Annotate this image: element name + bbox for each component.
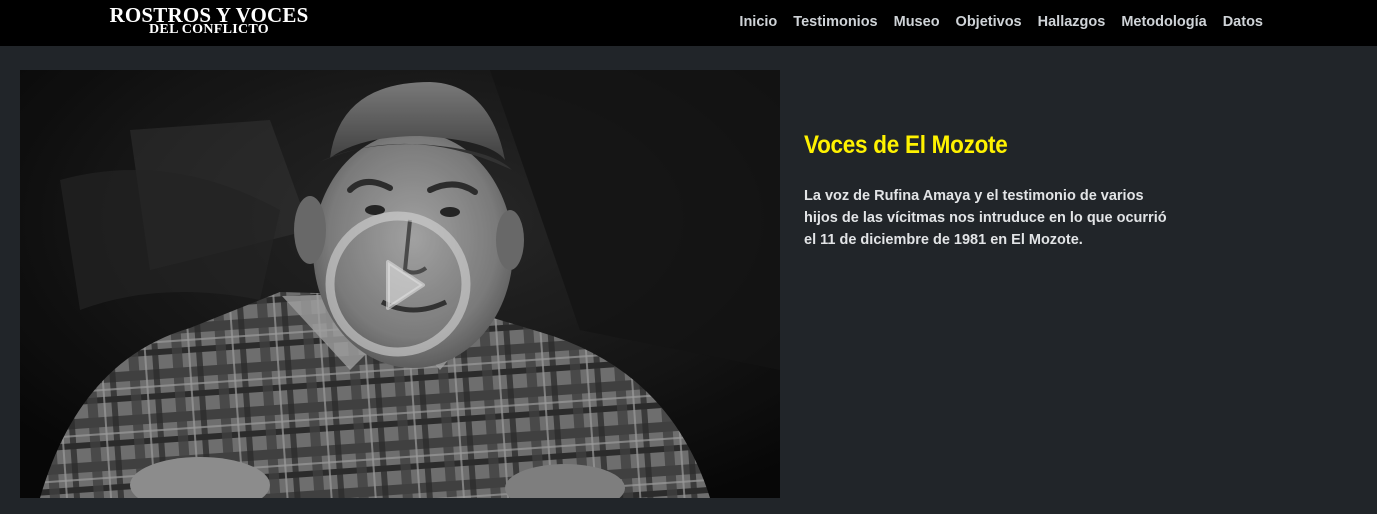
testimony-info: Voces de El Mozote La voz de Rufina Amay… <box>804 128 1184 251</box>
video-player[interactable] <box>20 70 780 498</box>
nav-item-inicio[interactable]: Inicio <box>731 14 785 30</box>
top-navbar: ROSTROS Y VOCES DEL CONFLICTO Inicio Tes… <box>0 0 1377 46</box>
nav-item-objetivos[interactable]: Objetivos <box>948 14 1030 30</box>
site-logo[interactable]: ROSTROS Y VOCES DEL CONFLICTO <box>104 5 314 41</box>
nav-item-testimonios[interactable]: Testimonios <box>785 14 885 30</box>
testimony-title: Voces de El Mozote <box>804 131 1008 159</box>
nav-item-datos[interactable]: Datos <box>1215 14 1271 30</box>
testimony-description: La voz de Rufina Amaya y el testimonio d… <box>804 188 1167 248</box>
main-menu: Inicio Testimonios Museo Objetivos Halla… <box>731 0 1271 44</box>
nav-item-metodologia[interactable]: Metodología <box>1113 14 1214 30</box>
play-circle-icon[interactable] <box>322 208 474 360</box>
nav-item-hallazgos[interactable]: Hallazgos <box>1030 14 1114 30</box>
nav-item-museo[interactable]: Museo <box>886 14 948 30</box>
